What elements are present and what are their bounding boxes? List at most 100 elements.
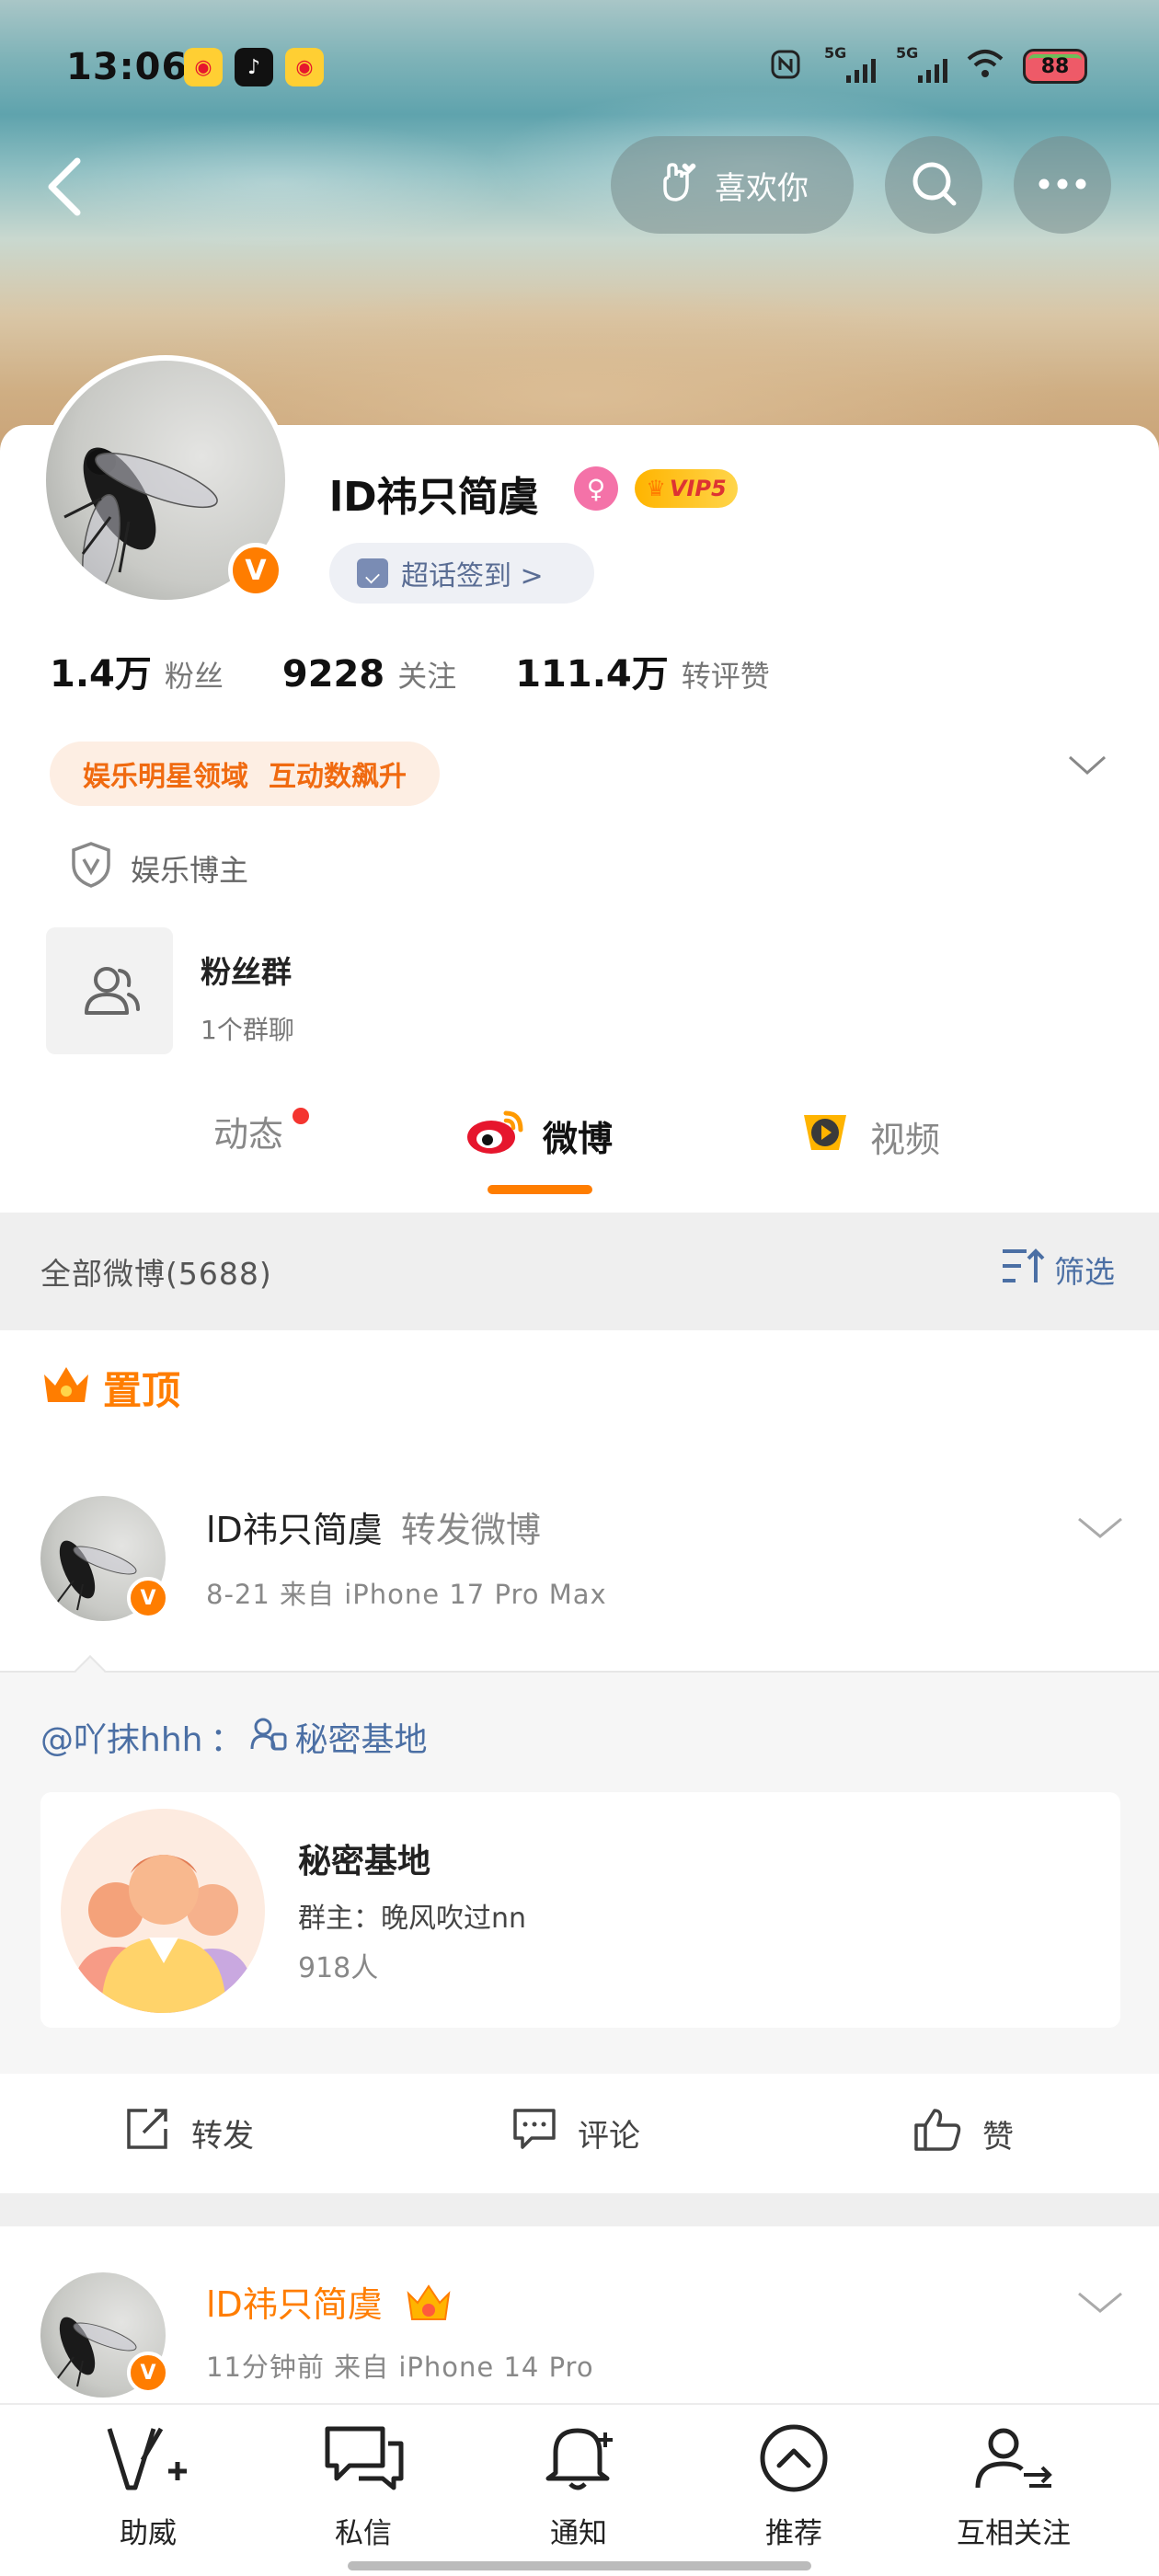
nav-cheer[interactable]: 助威 [79, 2423, 217, 2551]
nav-notifications[interactable]: 通知 [510, 2423, 648, 2551]
like-you-label: 喜欢你 [715, 169, 809, 207]
wifi-icon [966, 48, 1004, 85]
repost-group-link[interactable]: 秘密基地 [294, 1713, 427, 1761]
status-bar: 13:06 ◉ ♪ ◉ 5G 5G 88 [0, 0, 1159, 138]
blogger-label: 娱乐博主 [131, 853, 249, 888]
video-play-icon [797, 1106, 854, 1167]
group-chat-member-count: 918人 [298, 1952, 379, 1984]
comment-button[interactable]: 评论 [511, 2107, 640, 2159]
nav-recommend-label: 推荐 [765, 2517, 822, 2550]
filter-button[interactable]: 筛选 [999, 1246, 1115, 1294]
group-people-illustration [70, 1855, 256, 2013]
repost-button[interactable]: 转发 [125, 2107, 254, 2159]
profile-stats: 1.4万 粉丝 9228 关注 111.4万 转评赞 [50, 644, 829, 697]
weibo-logo-icon [465, 1106, 526, 1166]
tab-weibo[interactable]: 微博 [465, 1106, 613, 1166]
group-chat-owner: 群主：晚风吹过nn [298, 1903, 527, 1935]
pinned-header: 置顶 [40, 1360, 180, 1416]
expand-profile-chevron-icon[interactable] [1067, 754, 1107, 780]
status-time: 13:06 [66, 46, 189, 88]
followers-label[interactable]: 粉丝 [165, 653, 224, 696]
domain-tag-1: 娱乐明星领域 [83, 761, 248, 793]
verified-badge-icon: V [127, 1577, 169, 1619]
verified-badge-icon: V [228, 543, 283, 598]
signal-icon-1: 5G [822, 44, 876, 85]
message-bubbles-icon [322, 2423, 405, 2501]
following-label[interactable]: 关注 [397, 653, 456, 696]
group-chat-title: 秘密基地 [298, 1843, 431, 1880]
like-you-button[interactable]: 喜欢你 [611, 136, 854, 234]
post-author[interactable]: lD祎只简虞 转发微博 [206, 1501, 541, 1552]
tab-video[interactable]: 视频 [797, 1106, 940, 1167]
vip-crown-icon [405, 2283, 453, 2331]
vip-badge[interactable]: ♛ VIP5 [635, 469, 738, 508]
interactions-count: 111.4万 [515, 653, 669, 696]
post-options-chevron-icon[interactable] [1076, 1516, 1124, 1544]
tiktok-app-icon: ♪ [235, 48, 273, 86]
crown-icon: ♛ [646, 476, 666, 501]
nfc-icon [767, 46, 804, 86]
more-dots-icon [1037, 177, 1088, 194]
fan-group-subtitle: 1个群聊 [201, 1015, 294, 1045]
people-group-icon [77, 961, 142, 1020]
female-gender-icon: ♀ [574, 466, 618, 511]
filter-bar: 全部微博(5688) 筛选 [0, 1213, 1159, 1330]
bottom-navigation: 助威 私信 通知 推荐 互相关注 [0, 2403, 1159, 2576]
followers-count[interactable]: 1.4万 [50, 644, 152, 697]
interactions-label: 转评赞 [681, 659, 770, 694]
following-count[interactable]: 9228 [282, 653, 384, 696]
post-author-name: lD祎只简虞 [206, 1510, 383, 1550]
like-button[interactable]: 赞 [912, 2107, 1014, 2161]
post-author-name: lD祎只简虞 [206, 2284, 383, 2325]
domain-tag-pill[interactable]: 娱乐明星领域 互动数飙升 [50, 742, 440, 806]
chevron-up-circle-icon [755, 2423, 832, 2501]
nav-recommend[interactable]: 推荐 [725, 2423, 863, 2551]
domain-tag-2: 互动数飙升 [269, 761, 407, 793]
post-action-bar: 转发 评论 赞 [0, 2074, 1159, 2193]
repost-user-link[interactable]: @吖抹hhh [40, 1713, 202, 1761]
search-icon [908, 157, 959, 213]
tab-dynamic[interactable]: 动态 [213, 1106, 283, 1156]
fan-group-title[interactable]: 粉丝群 [201, 948, 292, 992]
post-separator [0, 2193, 1159, 2226]
group-link-icon [250, 1716, 287, 1759]
post-meta: 11分钟前 来自 iPhone 14 Pro [206, 2352, 594, 2383]
nav-mutual-follow-label: 互相关注 [957, 2517, 1071, 2550]
like-label: 赞 [982, 2119, 1014, 2156]
pinned-crown-icon [40, 1362, 92, 1415]
repost-text: @吖抹hhh ： 秘密基地 [40, 1713, 427, 1761]
home-indicator [348, 2561, 811, 2570]
nav-messages-label: 私信 [335, 2517, 392, 2550]
repost-label: 转发 [191, 2118, 254, 2155]
nav-cheer-label: 助威 [120, 2517, 177, 2550]
tab-weibo-label: 微博 [543, 1119, 614, 1159]
shield-v-icon [70, 841, 112, 896]
filter-sort-icon [999, 1246, 1047, 1294]
vip-level-label: VIP5 [669, 476, 727, 501]
pinned-label: 置顶 [103, 1368, 181, 1413]
blogger-identity[interactable]: 娱乐博主 [70, 841, 248, 896]
repost-share-icon [125, 2107, 171, 2159]
post-author[interactable]: lD祎只简虞 [206, 2276, 453, 2331]
fan-group-icon-box[interactable] [46, 927, 173, 1054]
nav-mutual-follow[interactable]: 互相关注 [940, 2423, 1087, 2551]
group-chat-card[interactable]: 秘密基地 群主：晚风吹过nn 918人 [40, 1792, 1120, 2028]
tab-dynamic-label: 动态 [213, 1114, 284, 1155]
repost-separator: ： [210, 1721, 244, 1759]
supertopic-checkin-button[interactable]: 超话签到 > [329, 543, 594, 604]
nav-notifications-label: 通知 [550, 2517, 607, 2550]
thumbs-up-icon [912, 2107, 962, 2161]
post-options-chevron-icon[interactable] [1076, 2291, 1124, 2318]
search-button[interactable] [885, 136, 982, 234]
active-tab-indicator [488, 1185, 592, 1194]
nav-messages[interactable]: 私信 [294, 2423, 432, 2551]
all-weibo-count[interactable]: 全部微博(5688) [40, 1249, 272, 1294]
back-button[interactable] [37, 155, 92, 219]
profile-username: lD祎只简虞 [329, 474, 539, 521]
post-meta: 8-21 来自 iPhone 17 Pro Max [206, 1579, 607, 1610]
more-options-button[interactable] [1014, 136, 1111, 234]
verified-badge-icon: V [127, 2352, 169, 2394]
signal-icon-2: 5G [894, 44, 947, 85]
post-action-label: 转发微博 [400, 1510, 541, 1550]
weibo-app-icon-2: ◉ [285, 48, 324, 86]
